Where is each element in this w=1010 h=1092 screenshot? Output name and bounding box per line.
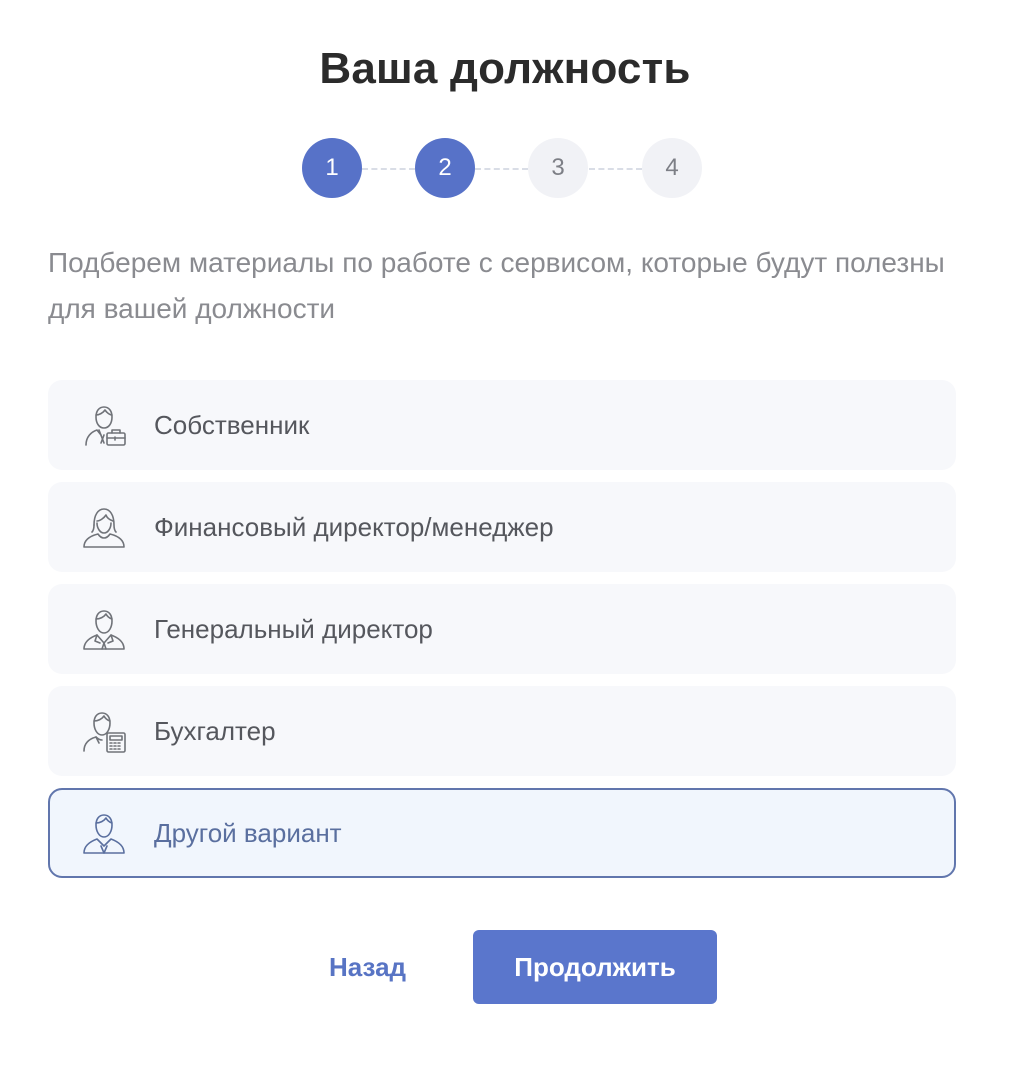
option-label: Генеральный директор xyxy=(154,613,433,644)
option-accountant[interactable]: Бухгалтер xyxy=(48,686,956,776)
accountant-calculator-icon xyxy=(80,707,128,755)
continue-button[interactable]: Продолжить xyxy=(473,930,717,1004)
option-label: Собственник xyxy=(154,409,310,440)
page-title: Ваша должность xyxy=(319,44,691,93)
owner-briefcase-icon xyxy=(80,401,128,449)
option-owner[interactable]: Собственник xyxy=(48,380,956,470)
step-2: 2 xyxy=(415,138,475,198)
page-subtitle: Подберем материалы по работе с сервисом,… xyxy=(48,247,945,324)
option-label: Бухгалтер xyxy=(154,715,276,746)
female-person-icon xyxy=(80,503,128,551)
progress-stepper: 1 2 3 4 xyxy=(302,138,702,200)
position-options-list: Собственник Финансовый директор/менеджер xyxy=(48,380,956,890)
step-1: 1 xyxy=(302,138,362,198)
step-connector xyxy=(362,168,415,170)
option-financial-director[interactable]: Финансовый директор/менеджер xyxy=(48,482,956,572)
person-icon xyxy=(80,809,128,857)
option-label: Другой вариант xyxy=(154,817,342,848)
person-tie-icon xyxy=(80,605,128,653)
option-general-director[interactable]: Генеральный директор xyxy=(48,584,956,674)
step-4: 4 xyxy=(642,138,702,198)
step-connector xyxy=(589,168,642,170)
back-button[interactable]: Назад xyxy=(310,930,425,1004)
step-3: 3 xyxy=(528,138,588,198)
option-other[interactable]: Другой вариант xyxy=(48,788,956,878)
option-label: Финансовый директор/менеджер xyxy=(154,511,554,542)
step-connector xyxy=(475,168,528,170)
